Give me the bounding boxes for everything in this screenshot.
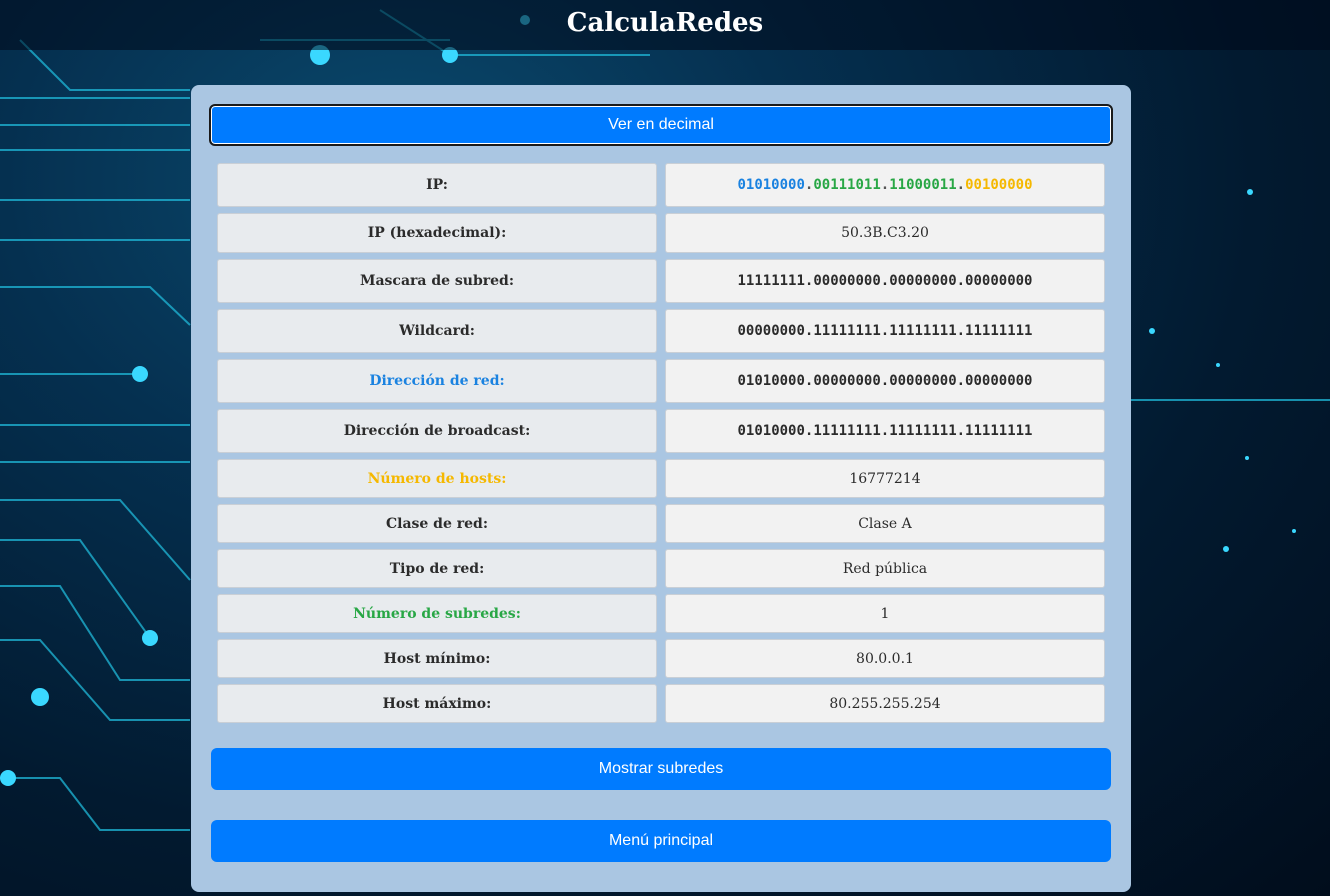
value-hosts: 16777214	[665, 459, 1105, 498]
label-broadcast: Dirección de broadcast:	[217, 409, 657, 453]
row-subnets: Número de subredes: 1	[217, 594, 1105, 633]
value-type: Red pública	[665, 549, 1105, 588]
value-mask: 11111111.00000000.00000000.00000000	[665, 259, 1105, 303]
row-wildcard: Wildcard: 00000000.11111111.11111111.111…	[217, 309, 1105, 353]
row-network: Dirección de red: 01010000.00000000.0000…	[217, 359, 1105, 403]
main-menu-button[interactable]: Menú principal	[211, 820, 1111, 862]
label-subnets: Número de subredes:	[217, 594, 657, 633]
ip-separator: .	[804, 177, 814, 193]
label-type: Tipo de red:	[217, 549, 657, 588]
row-ip-hex: IP (hexadecimal): 50.3B.C3.20	[217, 213, 1105, 253]
ip-octet-1: 01010000	[737, 177, 805, 193]
label-ip-hex: IP (hexadecimal):	[217, 213, 657, 253]
value-network: 01010000.00000000.00000000.00000000	[665, 359, 1105, 403]
results-table: IP: 01010000. 00111011. 11000011. 00100000 …	[217, 163, 1105, 729]
label-hosts: Número de hosts:	[217, 459, 657, 498]
ip-separator: .	[956, 177, 966, 193]
results-card: Ver en decimal IP: 01010000. 00111011. 110…	[191, 85, 1131, 892]
row-max-host: Host máximo: 80.255.255.254	[217, 684, 1105, 723]
label-wildcard: Wildcard:	[217, 309, 657, 353]
row-broadcast: Dirección de broadcast: 01010000.1111111…	[217, 409, 1105, 453]
value-class: Clase A	[665, 504, 1105, 543]
value-subnets: 1	[665, 594, 1105, 633]
label-max-host: Host máximo:	[217, 684, 657, 723]
value-wildcard: 00000000.11111111.11111111.11111111	[665, 309, 1105, 353]
ip-separator: .	[880, 177, 890, 193]
row-mask: Mascara de subred: 11111111.00000000.000…	[217, 259, 1105, 303]
row-type: Tipo de red: Red pública	[217, 549, 1105, 588]
ip-octet-2: 00111011	[813, 177, 881, 193]
ip-octet-4: 00100000	[965, 177, 1033, 193]
toggle-decimal-button[interactable]: Ver en decimal	[209, 104, 1113, 146]
label-min-host: Host mínimo:	[217, 639, 657, 678]
row-class: Clase de red: Clase A	[217, 504, 1105, 543]
label-class: Clase de red:	[217, 504, 657, 543]
label-ip: IP:	[217, 163, 657, 207]
ip-octet-3: 11000011	[889, 177, 957, 193]
row-min-host: Host mínimo: 80.0.0.1	[217, 639, 1105, 678]
show-subnets-button[interactable]: Mostrar subredes	[211, 748, 1111, 790]
value-min-host: 80.0.0.1	[665, 639, 1105, 678]
row-hosts: Número de hosts: 16777214	[217, 459, 1105, 498]
label-mask: Mascara de subred:	[217, 259, 657, 303]
row-ip: IP: 01010000. 00111011. 11000011. 00100000	[217, 163, 1105, 207]
label-network: Dirección de red:	[217, 359, 657, 403]
value-broadcast: 01010000.11111111.11111111.11111111	[665, 409, 1105, 453]
value-max-host: 80.255.255.254	[665, 684, 1105, 723]
value-ip: 01010000. 00111011. 11000011. 00100000	[665, 163, 1105, 207]
value-ip-hex: 50.3B.C3.20	[665, 213, 1105, 253]
app-title: CalculaRedes	[566, 8, 764, 38]
